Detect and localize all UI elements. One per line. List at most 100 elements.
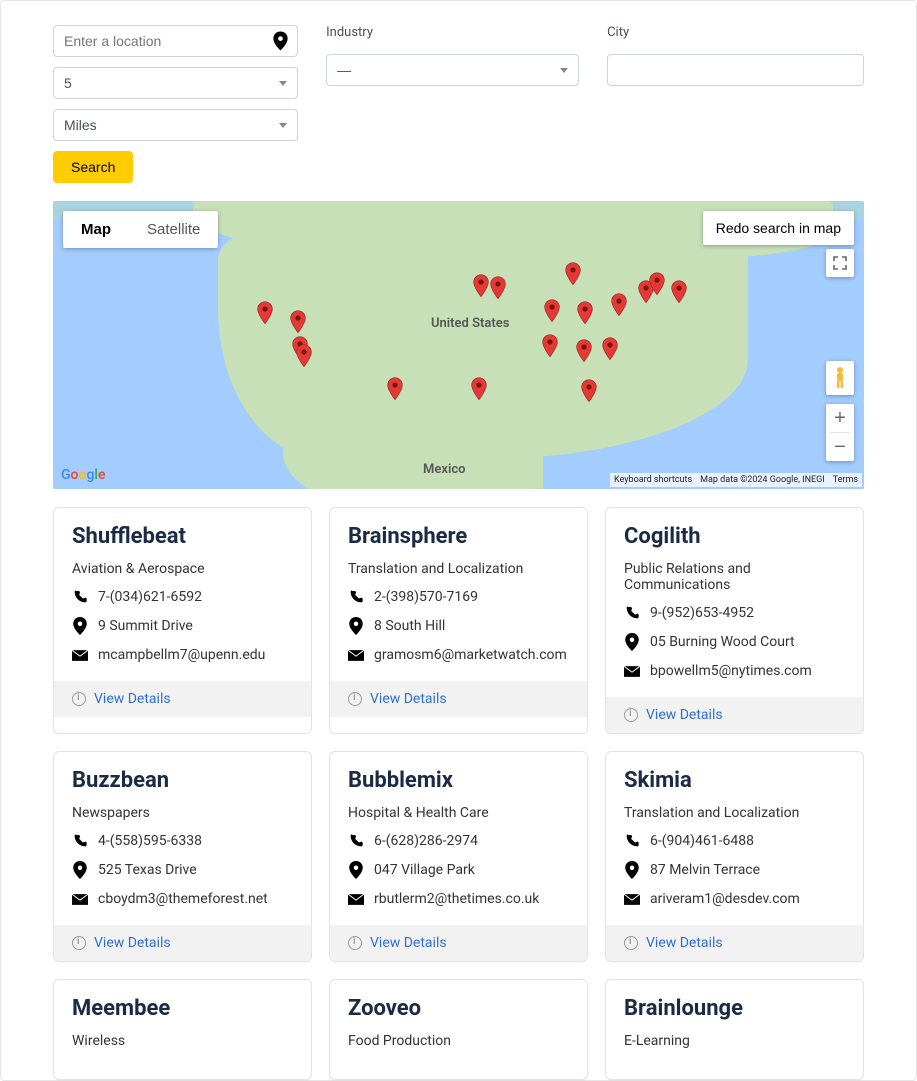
google-logo: Google bbox=[61, 467, 105, 483]
company-industry: Public Relations and Communications bbox=[624, 561, 845, 593]
fullscreen-button[interactable] bbox=[826, 249, 854, 277]
map-marker[interactable] bbox=[473, 274, 489, 298]
company-industry: Aviation & Aerospace bbox=[72, 561, 293, 577]
phone-row: 2-(398)570-7169 bbox=[348, 589, 569, 605]
company-name: Cogilith bbox=[624, 524, 845, 549]
result-card: Skimia Translation and Localization 6-(904… bbox=[605, 751, 864, 962]
pin-icon bbox=[72, 861, 88, 879]
mail-icon bbox=[348, 650, 364, 661]
view-details-link[interactable]: View Details bbox=[370, 691, 447, 707]
company-name: Brainlounge bbox=[624, 996, 845, 1021]
phone-icon bbox=[348, 833, 364, 849]
company-name: Zooveo bbox=[348, 996, 569, 1021]
mail-icon bbox=[348, 894, 364, 905]
search-button[interactable]: Search bbox=[53, 151, 133, 183]
phone-row: 7-(034)621-6592 bbox=[72, 589, 293, 605]
email-row: cboydm3@themeforest.net bbox=[72, 891, 293, 907]
map-attribution: Map data ©2024 Google, INEGI bbox=[700, 475, 825, 485]
view-details-link[interactable]: View Details bbox=[646, 935, 723, 951]
map-marker[interactable] bbox=[290, 310, 306, 334]
address-row: 05 Burning Wood Court bbox=[624, 633, 845, 651]
pegman-icon[interactable] bbox=[826, 361, 854, 395]
email-row: mcampbellm7@upenn.edu bbox=[72, 647, 293, 663]
map-marker[interactable] bbox=[471, 377, 487, 401]
company-industry: Newspapers bbox=[72, 805, 293, 821]
company-industry: Translation and Localization bbox=[624, 805, 845, 821]
map-marker[interactable] bbox=[602, 337, 618, 361]
address-row: 8 South Hill bbox=[348, 617, 569, 635]
company-industry: Food Production bbox=[348, 1033, 569, 1049]
mail-icon bbox=[72, 894, 88, 905]
distance-select[interactable]: 5 bbox=[53, 67, 298, 99]
map-marker[interactable] bbox=[387, 377, 403, 401]
city-input[interactable] bbox=[607, 54, 864, 86]
map-marker[interactable] bbox=[576, 339, 592, 363]
email-row: gramosm6@marketwatch.com bbox=[348, 647, 569, 663]
unit-select[interactable]: Miles bbox=[53, 109, 298, 141]
result-card: Bubblemix Hospital & Health Care 6-(628)28… bbox=[329, 751, 588, 962]
result-card: BuzzbeanNewspapers4-(558)595-6338 525 Te… bbox=[53, 751, 312, 962]
phone-row: 6-(628)286-2974 bbox=[348, 833, 569, 849]
view-details-link[interactable]: View Details bbox=[94, 691, 171, 707]
satellite-tab[interactable]: Satellite bbox=[129, 211, 218, 248]
phone-icon bbox=[624, 833, 640, 849]
map-marker[interactable] bbox=[671, 280, 687, 304]
company-industry: Translation and Localization bbox=[348, 561, 569, 577]
map-marker[interactable] bbox=[581, 379, 597, 403]
map-marker[interactable] bbox=[611, 293, 627, 317]
view-details-link[interactable]: View Details bbox=[646, 707, 723, 723]
mail-icon bbox=[72, 650, 88, 661]
pin-icon bbox=[348, 861, 364, 879]
location-input[interactable] bbox=[53, 25, 298, 57]
map-marker[interactable] bbox=[544, 299, 560, 323]
industry-select[interactable]: — bbox=[326, 54, 579, 86]
address-row: 525 Texas Drive bbox=[72, 861, 293, 879]
info-icon bbox=[72, 692, 86, 706]
map[interactable]: United States Mexico Map Satellite Redo … bbox=[53, 201, 864, 489]
email-row: rbutlerm2@thetimes.co.uk bbox=[348, 891, 569, 907]
keyboard-shortcuts-link[interactable]: Keyboard shortcuts bbox=[614, 475, 692, 485]
result-card: Brainlounge E-Learning bbox=[605, 979, 864, 1080]
email-row: bpowellm5@nytimes.com bbox=[624, 663, 845, 679]
zoom-out-button[interactable]: − bbox=[826, 433, 854, 461]
redo-search-button[interactable]: Redo search in map bbox=[703, 211, 854, 245]
phone-row: 4-(558)595-6338 bbox=[72, 833, 293, 849]
map-marker[interactable] bbox=[577, 301, 593, 325]
map-marker[interactable] bbox=[296, 344, 312, 368]
company-name: Skimia bbox=[624, 768, 845, 793]
view-details-link[interactable]: View Details bbox=[94, 935, 171, 951]
view-details-link[interactable]: View Details bbox=[370, 935, 447, 951]
industry-label: Industry bbox=[326, 25, 579, 40]
company-industry: Hospital & Health Care bbox=[348, 805, 569, 821]
pin-icon bbox=[348, 617, 364, 635]
map-label-mx: Mexico bbox=[423, 462, 465, 477]
zoom-control: + − bbox=[826, 404, 854, 461]
map-tab[interactable]: Map bbox=[63, 211, 129, 248]
company-name: Meembee bbox=[72, 996, 293, 1021]
phone-icon bbox=[72, 589, 88, 605]
company-name: Brainsphere bbox=[348, 524, 569, 549]
company-industry: E-Learning bbox=[624, 1033, 845, 1049]
address-row: 87 Melvin Terrace bbox=[624, 861, 845, 879]
pin-icon bbox=[624, 861, 640, 879]
terms-link[interactable]: Terms bbox=[833, 475, 858, 485]
map-marker[interactable] bbox=[649, 272, 665, 296]
map-marker[interactable] bbox=[542, 334, 558, 358]
result-card: Brainsphere Translation and Localization 2… bbox=[329, 507, 588, 734]
info-icon bbox=[348, 936, 362, 950]
company-name: Shufflebeat bbox=[72, 524, 293, 549]
pin-icon bbox=[72, 617, 88, 635]
map-footer: Keyboard shortcuts Map data ©2024 Google… bbox=[610, 473, 862, 487]
map-marker[interactable] bbox=[490, 276, 506, 300]
map-marker[interactable] bbox=[565, 262, 581, 286]
phone-icon bbox=[72, 833, 88, 849]
pin-icon bbox=[624, 633, 640, 651]
company-name: Bubblemix bbox=[348, 768, 569, 793]
map-marker[interactable] bbox=[257, 301, 273, 325]
zoom-in-button[interactable]: + bbox=[826, 404, 854, 432]
phone-row: 6-(904)461-6488 bbox=[624, 833, 845, 849]
info-icon bbox=[72, 936, 86, 950]
city-label: City bbox=[607, 25, 864, 40]
info-icon bbox=[348, 692, 362, 706]
location-pin-icon bbox=[273, 32, 288, 51]
